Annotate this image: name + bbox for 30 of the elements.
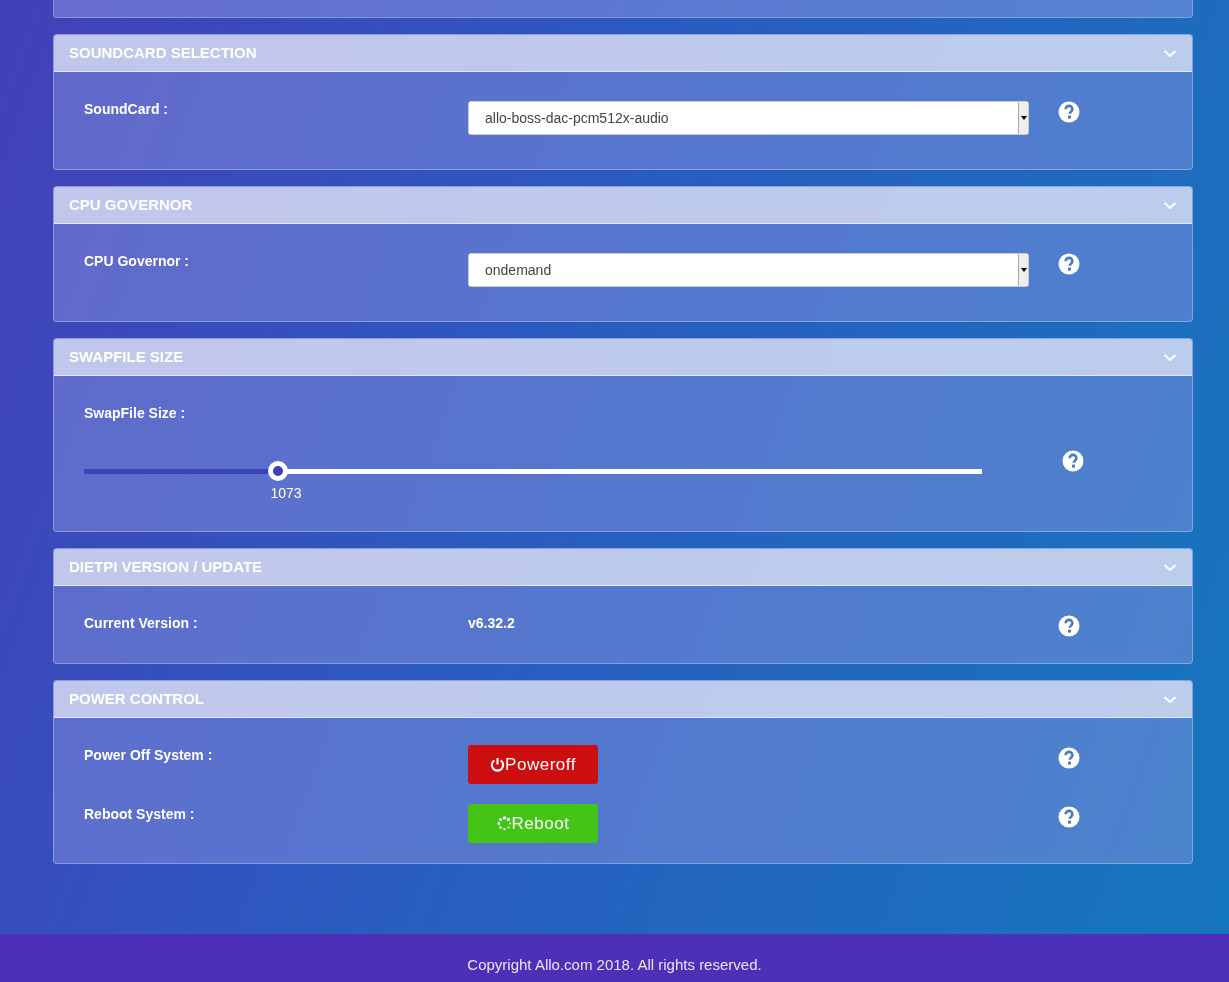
help-icon[interactable]	[1058, 615, 1080, 637]
caret-icon	[1020, 268, 1027, 272]
caret-icon	[1020, 116, 1027, 120]
setting-label: Current Version :	[84, 614, 199, 633]
help-icon[interactable]	[1058, 747, 1080, 769]
poweroff-button[interactable]: Poweroff	[468, 745, 598, 784]
panel-title: SWAPFILE SIZE	[69, 346, 184, 367]
panel-title: SOUNDCARD SELECTION	[69, 42, 257, 63]
select-value: ondemand	[485, 260, 552, 280]
help-icon[interactable]	[1058, 253, 1080, 275]
panel-title: POWER CONTROL	[69, 688, 204, 709]
setting-label: Power Off System :	[84, 746, 214, 765]
setting-label: CPU Governor :	[84, 252, 190, 271]
power-icon	[490, 757, 506, 772]
slider-value: 1073	[270, 484, 302, 503]
panel-title: CPU GOVERNOR	[69, 194, 193, 215]
copyright-text: Copyright Allo.com 2018. All rights reserved.	[467, 954, 762, 975]
panel-title: DIETPI VERSION / UPDATE	[69, 556, 263, 577]
setting-label: SwapFile Size :	[84, 404, 187, 423]
help-icon[interactable]	[1058, 806, 1080, 828]
dropdown-select[interactable]: allo-boss-dac-pcm512x-audio	[468, 101, 1029, 135]
slider-thumb[interactable]	[267, 461, 288, 481]
help-icon[interactable]	[1058, 101, 1080, 123]
select-value: allo-boss-dac-pcm512x-audio	[485, 108, 669, 128]
setting-label: SoundCard :	[84, 100, 169, 119]
setting-label: Reboot System :	[84, 805, 196, 824]
spinner-icon	[496, 816, 512, 831]
help-icon[interactable]	[1062, 450, 1084, 472]
version-text: v6.32.2	[468, 614, 516, 633]
dropdown-select[interactable]: ondemand	[468, 253, 1029, 287]
